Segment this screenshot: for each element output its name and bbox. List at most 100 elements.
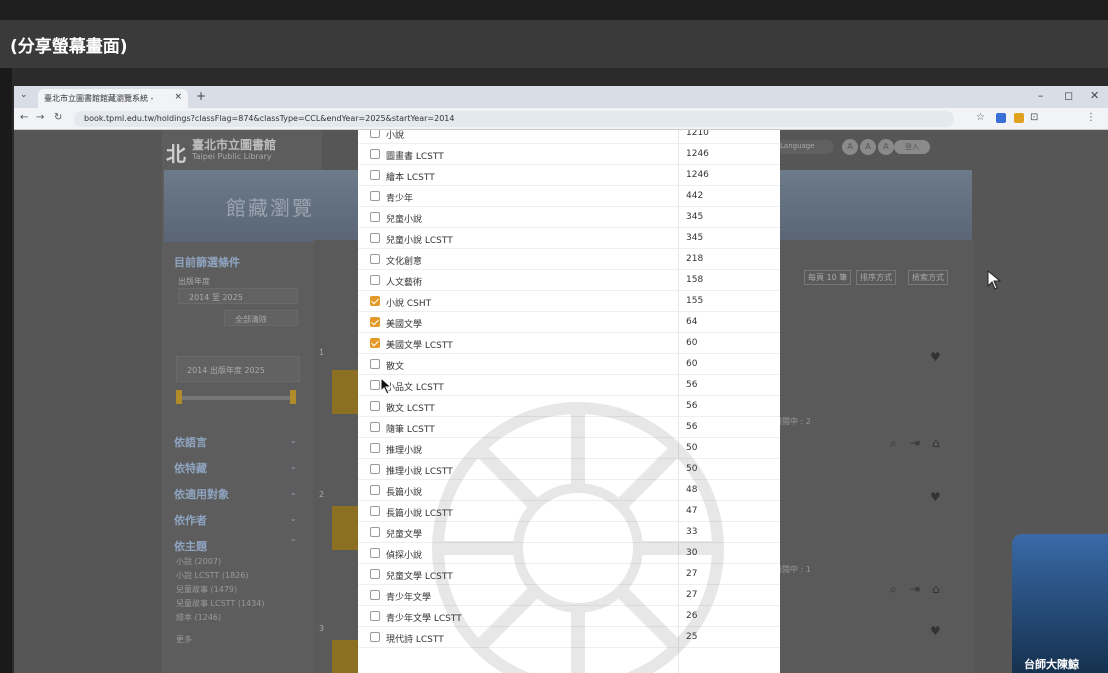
checkbox[interactable] [370, 130, 380, 138]
subject-option-row[interactable]: 美國文學 64 [358, 312, 780, 333]
search-icon[interactable]: ⌕ [890, 582, 897, 597]
filter-section-audience[interactable]: 依適用對象 [174, 486, 229, 502]
minimize-icon[interactable]: – [1038, 89, 1044, 102]
login-button[interactable]: 登入 [894, 140, 930, 154]
chevron-down-icon[interactable]: ⌄ [290, 436, 297, 445]
extension-icon[interactable] [996, 113, 1006, 123]
subject-option-count: 442 [686, 191, 704, 201]
year-slider-start-handle[interactable] [176, 390, 182, 404]
tab-search-icon[interactable]: ⌄ [20, 90, 28, 100]
checkbox[interactable] [370, 149, 380, 159]
url-field[interactable]: book.tpml.edu.tw/holdings?classFlag=874&… [74, 111, 954, 127]
subject-option-row[interactable]: 小說 CSHT 155 [358, 291, 780, 312]
bookmark-star-icon[interactable]: ☆ [976, 112, 985, 123]
subject-option[interactable]: 兒童故事 LCSTT (1434) [176, 598, 264, 609]
checkbox[interactable] [370, 590, 380, 600]
subject-option-row[interactable]: 小品文 LCSTT 56 [358, 375, 780, 396]
checkbox[interactable] [370, 548, 380, 558]
maximize-icon[interactable]: ◻ [1064, 89, 1073, 102]
subject-option-row[interactable]: 圖畫書 LCSTT 1246 [358, 144, 780, 165]
checkbox[interactable] [370, 527, 380, 537]
extension-icon[interactable] [1014, 113, 1024, 123]
subject-option[interactable]: 兒童故事 (1479) [176, 584, 237, 595]
checkbox[interactable] [370, 422, 380, 432]
subject-option[interactable]: 繪本 (1246) [176, 612, 221, 623]
chevron-down-icon[interactable]: ⌄ [290, 488, 297, 497]
checkbox[interactable] [370, 254, 380, 264]
font-size-medium-button[interactable]: A [860, 139, 876, 155]
subject-option-row[interactable]: 人文藝術 158 [358, 270, 780, 291]
search-icon[interactable]: ⌕ [890, 436, 897, 451]
sort-order-select[interactable]: 排序方式 [856, 270, 896, 285]
font-size-large-button[interactable]: A [878, 139, 894, 155]
subject-option-row[interactable]: 小說 1210 [358, 130, 780, 144]
checkbox[interactable] [370, 569, 380, 579]
share-screen-title: (分享螢幕畫面) [10, 37, 128, 57]
subject-option-label: 兒童小說 LCSTT [386, 236, 453, 246]
subject-option-row[interactable]: 文化創意 218 [358, 249, 780, 270]
subject-option-row[interactable]: 兒童小說 LCSTT 345 [358, 228, 780, 249]
subject-option-row[interactable]: 兒童小說 345 [358, 207, 780, 228]
filter-section-special[interactable]: 依特藏 [174, 460, 207, 476]
more-subjects-link[interactable]: 更多 [176, 634, 192, 645]
checkbox[interactable] [370, 506, 380, 516]
subject-option-label: 繪本 LCSTT [386, 173, 435, 183]
checkbox[interactable] [370, 233, 380, 243]
filter-section-author[interactable]: 依作者 [174, 512, 207, 528]
subject-option-row[interactable]: 美國文學 LCSTT 60 [358, 333, 780, 354]
checkbox[interactable] [370, 170, 380, 180]
language-select[interactable]: Language [774, 140, 834, 154]
checkbox[interactable] [370, 485, 380, 495]
year-filter-chip[interactable]: 2014 至 2025 [178, 288, 298, 304]
checkbox[interactable] [370, 443, 380, 453]
page-size-select[interactable]: 每頁 10 筆 [804, 270, 852, 285]
subject-option-row[interactable]: 散文 60 [358, 354, 780, 375]
checkbox-checked[interactable] [370, 338, 380, 348]
extensions-puzzle-icon[interactable]: ⊡ [1030, 112, 1038, 123]
checkbox[interactable] [370, 401, 380, 411]
forward-icon[interactable]: → [36, 112, 44, 123]
reserve-icon[interactable]: ⌂ [932, 582, 940, 596]
subject-option[interactable]: 小說 (2007) [176, 556, 221, 567]
search-mode-select[interactable]: 檢索方式 [908, 270, 948, 285]
font-size-small-button[interactable]: A [842, 139, 858, 155]
browser-tab-bar: ⌄ 臺北市立圖書館館藏瀏覽系統 - × + – ◻ ✕ [14, 86, 1108, 108]
tab-close-icon[interactable]: × [174, 92, 182, 102]
close-window-icon[interactable]: ✕ [1090, 89, 1099, 102]
favorite-heart-icon[interactable]: ♥ [930, 490, 941, 504]
favorite-heart-icon[interactable]: ♥ [930, 624, 941, 638]
reload-icon[interactable]: ↻ [54, 112, 62, 123]
checkbox-checked[interactable] [370, 317, 380, 327]
browser-menu-icon[interactable]: ⋮ [1086, 112, 1096, 123]
browser-tab[interactable]: 臺北市立圖書館館藏瀏覽系統 - × [38, 89, 188, 108]
share-icon[interactable]: ⇥ [910, 582, 920, 596]
chevron-down-icon[interactable]: ⌄ [290, 462, 297, 471]
back-icon[interactable]: ← [20, 112, 28, 123]
share-icon[interactable]: ⇥ [910, 436, 920, 450]
checkbox[interactable] [370, 380, 380, 390]
library-logo[interactable]: 北 臺北市立圖書館 Taipei Public Library [166, 132, 306, 172]
subject-option-row[interactable]: 繪本 LCSTT 1246 [358, 165, 780, 186]
checkbox[interactable] [370, 212, 380, 222]
checkbox[interactable] [370, 632, 380, 642]
checkbox[interactable] [370, 464, 380, 474]
filter-section-language[interactable]: 依語言 [174, 434, 207, 450]
new-tab-button[interactable]: + [196, 89, 206, 103]
chevron-down-icon[interactable]: ⌄ [290, 514, 297, 523]
chevron-up-icon[interactable]: ⌃ [290, 538, 297, 547]
year-slider-track[interactable] [176, 396, 296, 400]
checkbox[interactable] [370, 611, 380, 621]
subject-option-row[interactable]: 青少年 442 [358, 186, 780, 207]
checkbox[interactable] [370, 359, 380, 369]
checkbox[interactable] [370, 275, 380, 285]
checkbox[interactable] [370, 191, 380, 201]
filter-section-subject[interactable]: 依主題 [174, 538, 207, 554]
year-slider-end-handle[interactable] [290, 390, 296, 404]
browser-window: ⌄ 臺北市立圖書館館藏瀏覽系統 - × + – ◻ ✕ ← → ↻ book.t… [14, 86, 1108, 673]
clear-all-button[interactable]: 全部清除 [224, 310, 298, 326]
checkbox-checked[interactable] [370, 296, 380, 306]
subject-option[interactable]: 小說 LCSTT (1826) [176, 570, 248, 581]
subject-option-count: 158 [686, 275, 704, 285]
favorite-heart-icon[interactable]: ♥ [930, 350, 941, 364]
reserve-icon[interactable]: ⌂ [932, 436, 940, 450]
